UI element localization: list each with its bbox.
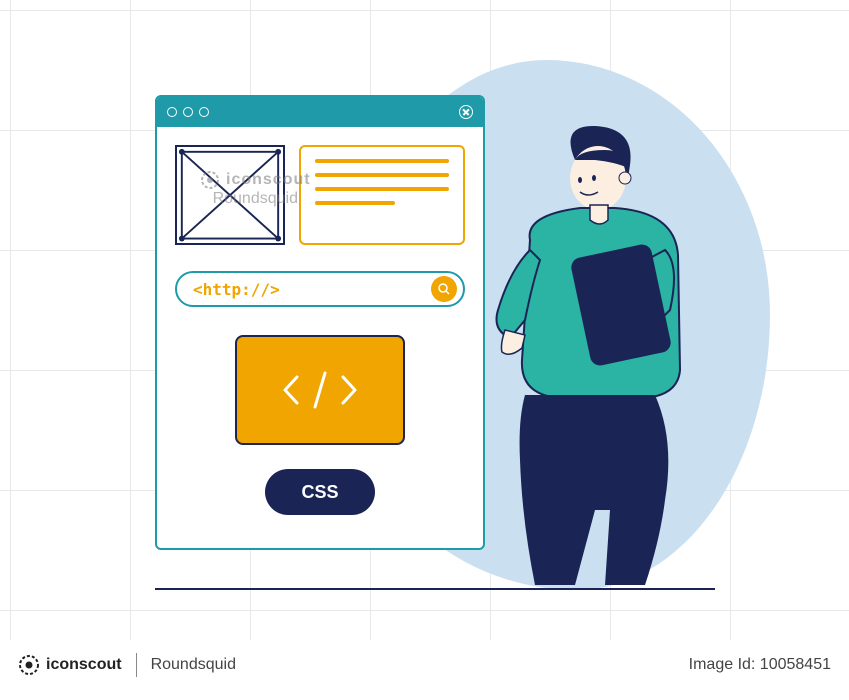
traffic-light-icon bbox=[199, 107, 209, 117]
close-icon bbox=[459, 105, 473, 119]
traffic-light-icon bbox=[183, 107, 193, 117]
logo-icon bbox=[18, 654, 40, 676]
url-text: <http://> bbox=[193, 280, 280, 299]
image-placeholder-icon bbox=[175, 145, 285, 245]
footer-bar: iconscout Roundsquid Image Id: 10058451 bbox=[18, 650, 831, 680]
traffic-light-icon bbox=[167, 107, 177, 117]
brand-logo: iconscout bbox=[18, 654, 122, 676]
text-line bbox=[315, 159, 449, 163]
window-controls bbox=[167, 107, 209, 117]
image-id-label: Image Id: 10058451 bbox=[689, 656, 831, 674]
author-name: Roundsquid bbox=[151, 656, 236, 674]
code-block-icon bbox=[235, 335, 405, 445]
url-input-bar: <http://> bbox=[175, 271, 465, 307]
text-line bbox=[315, 173, 449, 177]
brand-name: iconscout bbox=[46, 656, 122, 674]
divider bbox=[136, 653, 137, 677]
css-badge: CSS bbox=[265, 469, 375, 515]
person-illustration bbox=[430, 120, 720, 590]
text-line bbox=[315, 201, 395, 205]
text-line bbox=[315, 187, 449, 191]
ground-line bbox=[155, 588, 715, 590]
